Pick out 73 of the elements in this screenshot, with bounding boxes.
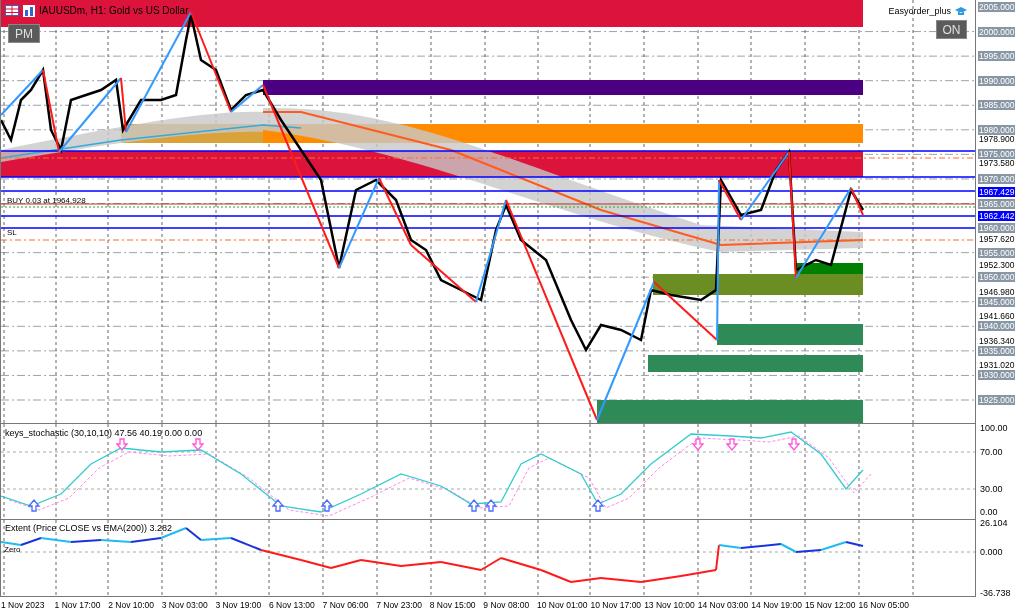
time-label: 7 Nov 06:00 [322, 599, 370, 612]
price-label: 1950.000 [978, 272, 1016, 283]
price-label: 1978.900 [978, 134, 1016, 144]
price-label: 1936.340 [978, 336, 1016, 346]
price-label: 1970.000 [978, 173, 1016, 184]
on-button[interactable]: ON [936, 20, 967, 39]
price-label: 1952.300 [978, 261, 1016, 271]
time-label: 10 Nov 17:00 [590, 599, 643, 612]
zero-label: Zero [4, 544, 21, 556]
price-label: 1967.429 [978, 186, 1016, 197]
price-label: 1960.000 [978, 223, 1016, 234]
time-label: 15 Nov 12:00 [804, 599, 857, 612]
price-label: 1995.000 [978, 51, 1016, 62]
price-label: 1980.000 [978, 124, 1016, 135]
time-label: 9 Nov 08:00 [483, 599, 531, 612]
axis-label: -36.738 [980, 588, 1011, 598]
axis-label: 0.000 [980, 547, 1003, 557]
time-label: 1 Nov 17:00 [54, 599, 102, 612]
price-label: 2005.000 [978, 2, 1016, 12]
up-arrow-icon [320, 499, 334, 512]
indicator-label: keys_stochastic (30,10,10) 47.56 40.19 0.00 0.00 [5, 427, 203, 440]
time-label: 1 Nov 2023 [1, 599, 46, 612]
time-label: 3 Nov 03:00 [161, 599, 209, 612]
price-label: 1945.000 [978, 296, 1016, 307]
price-label: 1925.000 [978, 395, 1016, 405]
price-label: 1941.660 [978, 312, 1016, 322]
graduation-cap-icon [955, 7, 967, 17]
grid-icon[interactable] [5, 5, 19, 16]
down-arrow-icon [725, 438, 739, 451]
price-label: 1965.000 [978, 198, 1016, 209]
price-label: 1935.000 [978, 345, 1016, 356]
up-arrow-icon [484, 499, 498, 512]
indicator-label: Extent (Price CLOSE vs EMA(200)) 3.282 [5, 522, 173, 535]
up-arrow-icon [271, 499, 285, 512]
time-label: 6 Nov 13:00 [268, 599, 316, 612]
time-label: 16 Nov 05:00 [858, 599, 911, 612]
time-label: 2 Nov 10:00 [108, 599, 156, 612]
time-label: 14 Nov 03:00 [697, 599, 750, 612]
down-arrow-icon [191, 438, 205, 451]
down-arrow-icon [115, 438, 129, 451]
up-arrow-icon [591, 499, 605, 512]
price-label: 1940.000 [978, 321, 1016, 332]
time-label: 13 Nov 10:00 [644, 599, 696, 612]
axis-label: 70.00 [980, 447, 1003, 457]
price-label: 1955.000 [978, 247, 1016, 258]
up-arrow-icon [27, 499, 41, 512]
time-label: 14 Nov 19:00 [751, 599, 803, 612]
down-arrow-icon [787, 438, 801, 451]
time-label: 7 Nov 23:00 [376, 599, 423, 612]
price-label: 1957.620 [978, 235, 1016, 245]
price-label: 1962.442 [978, 211, 1016, 222]
stop-loss-label: SL [7, 229, 17, 237]
chart-title: IAUUSDm, H1: Gold vs US Dollar [39, 4, 189, 18]
down-arrow-icon [691, 438, 705, 451]
price-label: 1931.020 [978, 361, 1016, 371]
pm-button[interactable]: PM [8, 24, 40, 43]
axis-label: 100.00 [980, 423, 1008, 433]
price-label: 1946.980 [978, 287, 1016, 297]
trade-label: BUY 0.03 at 1964.928 [7, 197, 86, 205]
price-label: 1975.000 [978, 149, 1016, 160]
price-label: 2000.000 [978, 26, 1016, 37]
time-label: 3 Nov 19:00 [215, 599, 263, 612]
time-label: 10 Nov 01:00 [536, 599, 589, 612]
axis-label: 30.00 [980, 484, 1003, 494]
price-label: 1990.000 [978, 75, 1016, 86]
axis-label: 26.104 [980, 518, 1008, 528]
price-label: 1973.580 [978, 159, 1016, 169]
expert-label: Easyorder_plus [888, 5, 951, 18]
price-label: 1985.000 [978, 100, 1016, 111]
axis-label: 0.00 [980, 507, 998, 517]
price-label: 1930.000 [978, 370, 1016, 381]
time-label: 8 Nov 15:00 [429, 599, 477, 612]
up-arrow-icon [467, 499, 481, 512]
